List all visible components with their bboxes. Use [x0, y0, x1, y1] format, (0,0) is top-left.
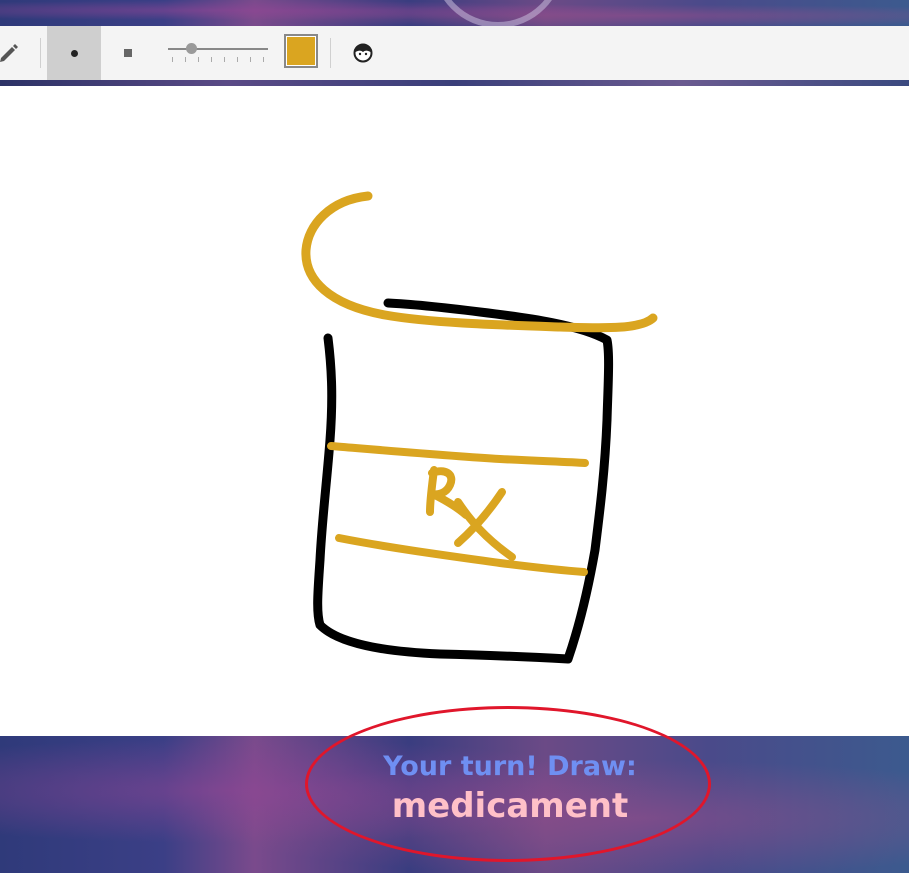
color-picker-swatch[interactable]: [284, 34, 318, 68]
current-color-fill: [287, 37, 315, 65]
pencil-tool[interactable]: [0, 32, 24, 72]
brush-size-slider[interactable]: [166, 38, 270, 68]
drawing-toolbar: [0, 26, 909, 81]
prompt-instruction: Your turn! Draw:: [383, 750, 637, 782]
prompt-word: medicament: [391, 785, 629, 826]
pencil-icon: [0, 44, 18, 62]
square-dot-icon: [124, 49, 132, 57]
toolbar-divider: [40, 38, 41, 68]
draw-prompt: Your turn! Draw: medicament: [305, 706, 715, 866]
label-top-line-stroke: [327, 442, 589, 467]
drawing-strokes: [301, 191, 658, 664]
round-brush-button[interactable]: [47, 26, 101, 80]
slider-thumb[interactable]: [185, 43, 197, 54]
round-dot-icon: [70, 49, 78, 57]
slider-track: [168, 48, 268, 50]
jar-outline-stroke: [313, 298, 614, 664]
smiley-face-icon: [353, 43, 373, 63]
toolbar-divider: [330, 38, 331, 68]
rx-x-stroke: [454, 488, 516, 561]
slider-ticks: [172, 57, 264, 62]
square-brush-button[interactable]: [101, 26, 155, 80]
drawing-canvas[interactable]: [0, 86, 909, 736]
avatar-button[interactable]: [346, 26, 380, 80]
